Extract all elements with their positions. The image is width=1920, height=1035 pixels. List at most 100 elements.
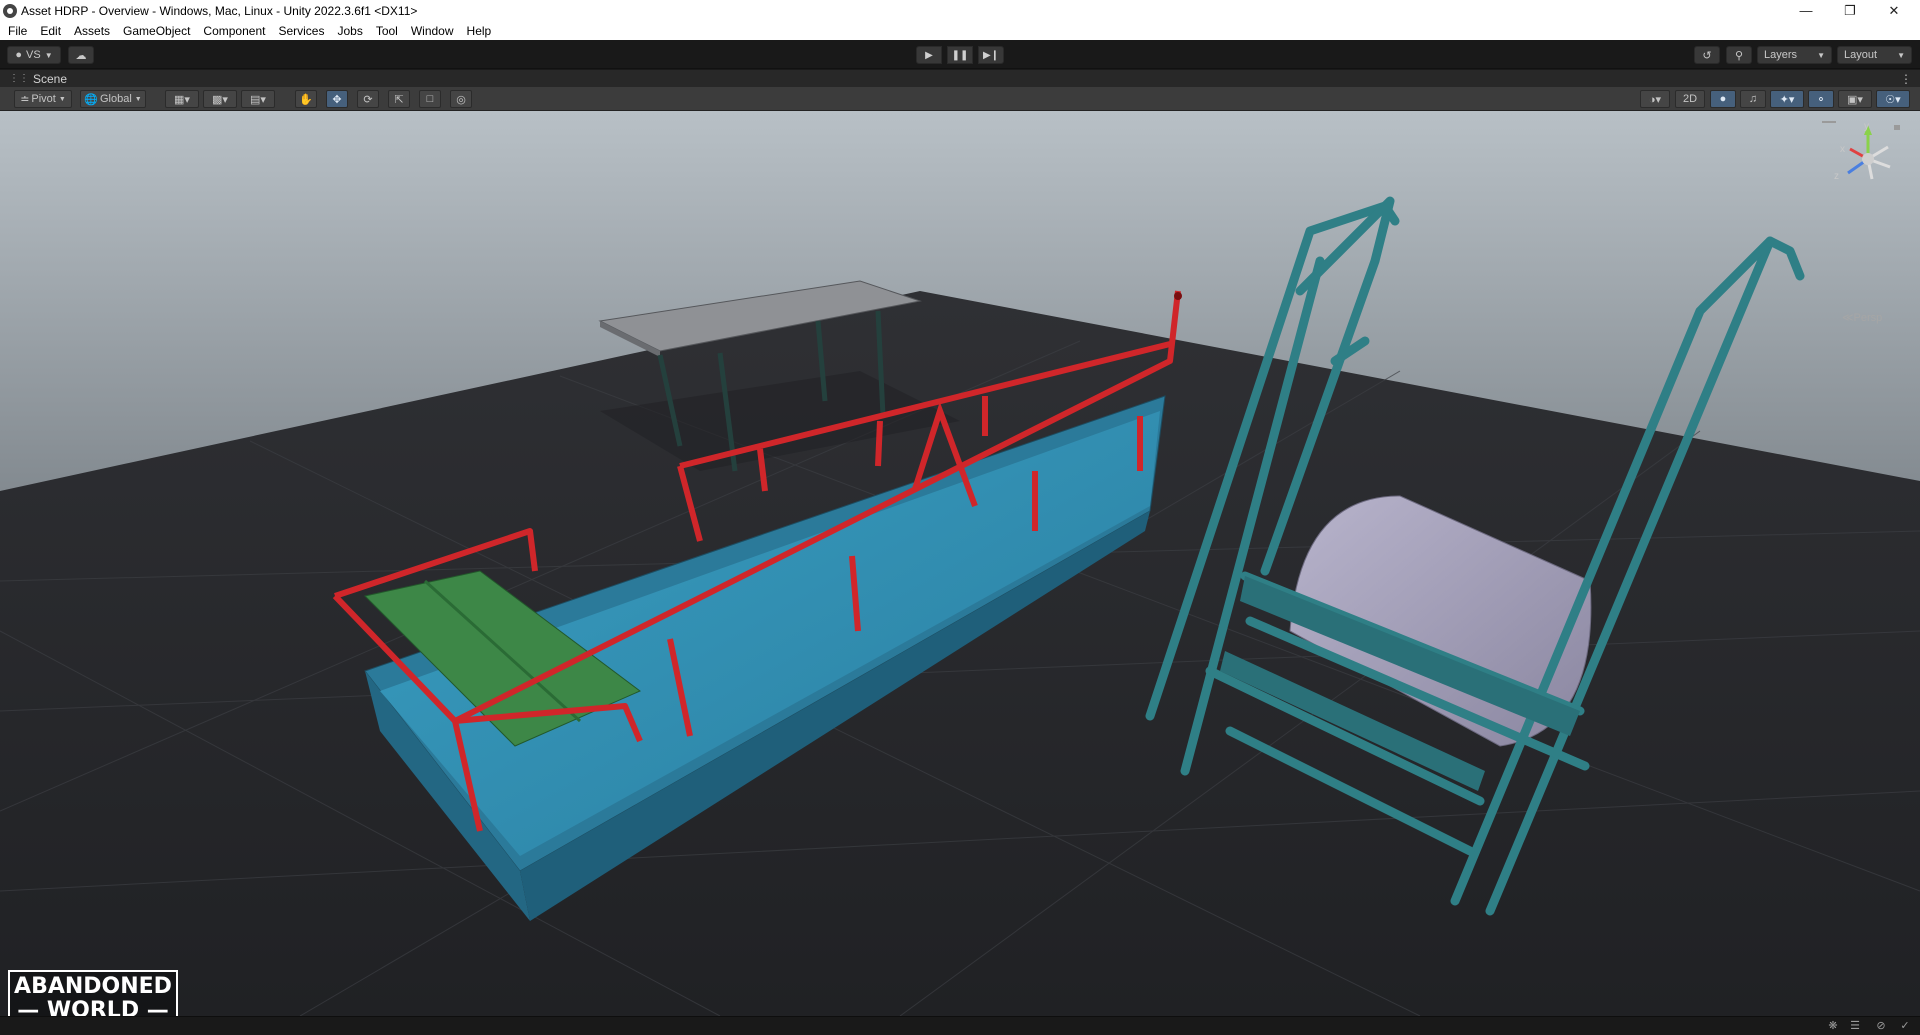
layers-status-icon[interactable]: ☰ [1848,1020,1862,1033]
shading-icon: ◑▾ [1648,93,1662,106]
play-icon: ▶ [925,49,933,61]
chevron-down-icon: ▼ [58,95,66,103]
chevron-down-icon: ▼ [1817,50,1825,60]
scene-render: y x z [0,111,1920,1016]
status-bar: ❋ ☰ ⊘ ✓ [0,1016,1920,1035]
pivot-dropdown[interactable]: ≐ Pivot ▼ [14,90,72,108]
align-dropdown[interactable]: ▤▾ [241,90,275,108]
grid-snapping-dropdown[interactable]: ▦▾ [165,90,199,108]
move-tool[interactable]: ✥ [326,90,348,108]
layers-label: Layers [1764,49,1798,61]
grid-icon: ▦▾ [174,93,190,106]
history-button[interactable]: ↺ [1694,46,1720,64]
increment-snap-dropdown[interactable]: ▩▾ [203,90,237,108]
chevron-down-icon: ▼ [44,50,53,60]
rect-icon: □ [426,93,434,105]
layers-dropdown[interactable]: Layers ▼ [1757,46,1832,64]
step-icon: ▶❙ [982,49,1000,61]
history-icon: ↺ [1702,49,1712,62]
bug-icon[interactable]: ❋ [1826,1020,1840,1033]
align-icon: ▤▾ [250,93,266,106]
pause-button[interactable]: ❚❚ [947,46,973,64]
pivot-label: Pivot [31,93,56,105]
check-icon[interactable]: ✓ [1898,1020,1912,1033]
unity-logo-icon [3,3,17,18]
hidden-icon[interactable]: ⊘ [1874,1020,1888,1033]
global-label: Global [99,93,132,105]
mode-2d-label: 2D [1682,93,1698,105]
effects-dropdown[interactable]: ✦▾ [1770,90,1804,108]
transform-icon: ◎ [456,93,466,106]
gizmos-dropdown[interactable]: ☉▾ [1876,90,1910,108]
snap-icon: ▩▾ [212,93,228,106]
menu-tool[interactable]: Tool [376,24,398,38]
hand-icon: ✋ [299,93,313,106]
scene-tab-bar: ⋮⋮ Scene ⋮ [0,70,1920,87]
cloud-button[interactable]: ☁ [68,46,94,64]
menu-services[interactable]: Services [278,24,324,38]
audio-toggle[interactable]: ♫ [1740,90,1766,108]
gizmo-z-label: z [1834,171,1839,182]
step-button[interactable]: ▶❙ [978,46,1004,64]
menu-file[interactable]: File [8,24,27,38]
gizmo-y-label: y [1864,121,1869,132]
layout-label: Layout [1844,49,1878,61]
search-icon: ⚲ [1734,49,1744,62]
menu-assets[interactable]: Assets [74,24,110,38]
rotate-icon: ⟳ [363,93,373,106]
projection-label: Persp [1853,312,1883,324]
account-label: VS [26,49,41,61]
gizmos-icon: ☉▾ [1885,93,1901,106]
more-options-icon[interactable]: ⋮ [1900,72,1912,86]
camera-dropdown[interactable]: ▣▾ [1838,90,1872,108]
menu-gameobject[interactable]: GameObject [123,24,190,38]
eye-slash-icon: ⚬ [1816,93,1826,106]
cloud-icon: ☁ [75,49,87,62]
gizmo-drag-handle[interactable] [1822,121,1836,123]
transform-tool[interactable]: ◎ [450,90,472,108]
minimize-icon[interactable]: — [1784,0,1828,21]
tab-grip-icon: ⋮⋮ [9,73,29,84]
draw-mode-dropdown[interactable]: ◑▾ [1640,90,1670,108]
pause-icon: ❚❚ [951,49,969,61]
rect-tool[interactable]: □ [419,90,441,108]
menu-bar: File Edit Assets GameObject Component Se… [0,21,1920,40]
logo-line-1: ABANDONED [14,974,172,999]
main-toolbar: ● VS ▼ ☁ ▶ ❚❚ ▶❙ ↺ ⚲ Layers ▼ Layout ▼ [0,40,1920,69]
window-title-bar: Asset HDRP - Overview - Windows, Mac, Li… [0,0,1920,21]
effects-icon: ✦▾ [1779,93,1795,106]
projection-toggle[interactable]: ≪Persp [1842,311,1882,324]
scale-tool[interactable]: ⇱ [388,90,410,108]
camera-icon: ▣▾ [1847,93,1863,106]
lighting-toggle[interactable]: ● [1710,90,1736,108]
light-bulb-icon: ● [1719,93,1727,105]
2d-toggle[interactable]: 2D [1675,90,1705,108]
menu-window[interactable]: Window [411,24,454,38]
rotate-tool[interactable]: ⟳ [357,90,379,108]
pivot-icon: ≐ [20,93,30,106]
menu-component[interactable]: Component [203,24,265,38]
restore-icon[interactable]: ❐ [1828,0,1872,21]
close-icon[interactable]: ✕ [1872,0,1916,21]
window-title: Asset HDRP - Overview - Windows, Mac, Li… [21,3,418,18]
hand-tool[interactable]: ✋ [295,90,317,108]
layout-dropdown[interactable]: Layout ▼ [1837,46,1912,64]
menu-help[interactable]: Help [467,24,492,38]
chevron-down-icon: ▼ [1897,50,1905,60]
globe-icon: 🌐 [84,93,98,106]
projection-icon: ≪ [1842,312,1854,324]
menu-jobs[interactable]: Jobs [337,24,362,38]
menu-edit[interactable]: Edit [40,24,61,38]
gizmo-x-label: x [1840,144,1845,155]
account-dropdown[interactable]: ● VS ▼ [7,46,61,64]
lock-icon[interactable] [1894,125,1900,130]
scale-icon: ⇱ [394,93,404,106]
scene-viewport[interactable]: y x z ≪Persp [0,111,1920,1016]
visibility-toggle[interactable]: ⚬ [1808,90,1834,108]
move-icon: ✥ [332,93,342,106]
search-button[interactable]: ⚲ [1726,46,1752,64]
audio-icon: ♫ [1748,93,1758,105]
play-button[interactable]: ▶ [916,46,942,64]
global-dropdown[interactable]: 🌐 Global ▼ [80,90,146,108]
tab-scene[interactable]: Scene [33,72,67,86]
